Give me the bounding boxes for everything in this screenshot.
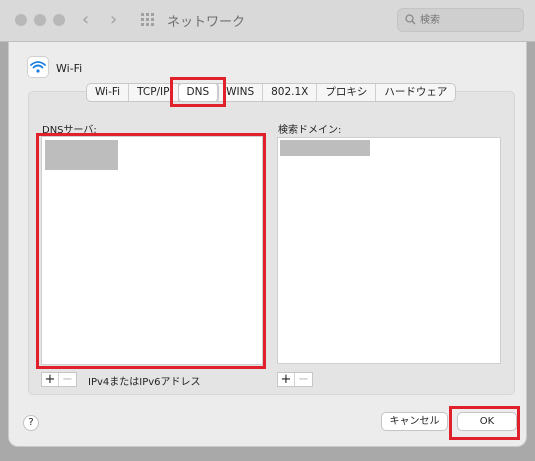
- minimize-window-button[interactable]: [34, 14, 46, 26]
- interface-name: Wi-Fi: [56, 62, 83, 75]
- dns-server-entry[interactable]: [45, 140, 118, 170]
- dns-servers-hint: IPv4またはIPv6アドレス: [88, 377, 201, 388]
- search-input[interactable]: [420, 12, 520, 28]
- search-field[interactable]: [397, 8, 524, 32]
- ok-button[interactable]: OK: [457, 412, 517, 431]
- back-chevron-icon[interactable]: ‹: [82, 9, 89, 31]
- add-search-domain-button[interactable]: +: [278, 373, 295, 386]
- search-domain-entry[interactable]: [280, 140, 370, 156]
- tab-wifi[interactable]: Wi-Fi: [87, 84, 130, 101]
- window-titlebar: ‹ › ネットワーク: [0, 0, 535, 42]
- dns-settings-sheet: Wi-Fi Wi-Fi TCP/IP DNS WINS 802.1X プロキシ …: [8, 42, 527, 447]
- search-domains-list[interactable]: [277, 137, 501, 364]
- tab-proxy[interactable]: プロキシ: [317, 84, 377, 101]
- help-button[interactable]: ?: [23, 415, 39, 431]
- tab-8021x[interactable]: 802.1X: [263, 84, 318, 101]
- zoom-window-button[interactable]: [53, 14, 65, 26]
- dns-servers-label: DNSサーバ:: [42, 125, 97, 136]
- add-dns-server-button[interactable]: +: [42, 373, 59, 386]
- search-domains-label: 検索ドメイン:: [278, 125, 342, 136]
- settings-tab-bar: Wi-Fi TCP/IP DNS WINS 802.1X プロキシ ハードウェア: [86, 83, 457, 102]
- search-domains-add-remove: + −: [277, 372, 313, 387]
- window-title: ネットワーク: [167, 15, 246, 30]
- dns-servers-list[interactable]: [41, 136, 263, 365]
- wifi-icon: [27, 56, 49, 78]
- forward-chevron-icon[interactable]: ›: [110, 9, 117, 31]
- show-all-grid-icon[interactable]: [141, 13, 155, 27]
- tab-wins[interactable]: WINS: [218, 84, 264, 101]
- dns-servers-add-remove: + −: [41, 372, 77, 387]
- tab-tcpip[interactable]: TCP/IP: [129, 84, 179, 101]
- remove-dns-server-button[interactable]: −: [59, 373, 76, 386]
- tab-dns[interactable]: DNS: [178, 84, 219, 101]
- close-window-button[interactable]: [15, 14, 27, 26]
- cancel-button[interactable]: キャンセル: [381, 412, 448, 431]
- search-icon: [405, 14, 416, 25]
- tab-hardware[interactable]: ハードウェア: [376, 84, 455, 101]
- remove-search-domain-button[interactable]: −: [295, 373, 312, 386]
